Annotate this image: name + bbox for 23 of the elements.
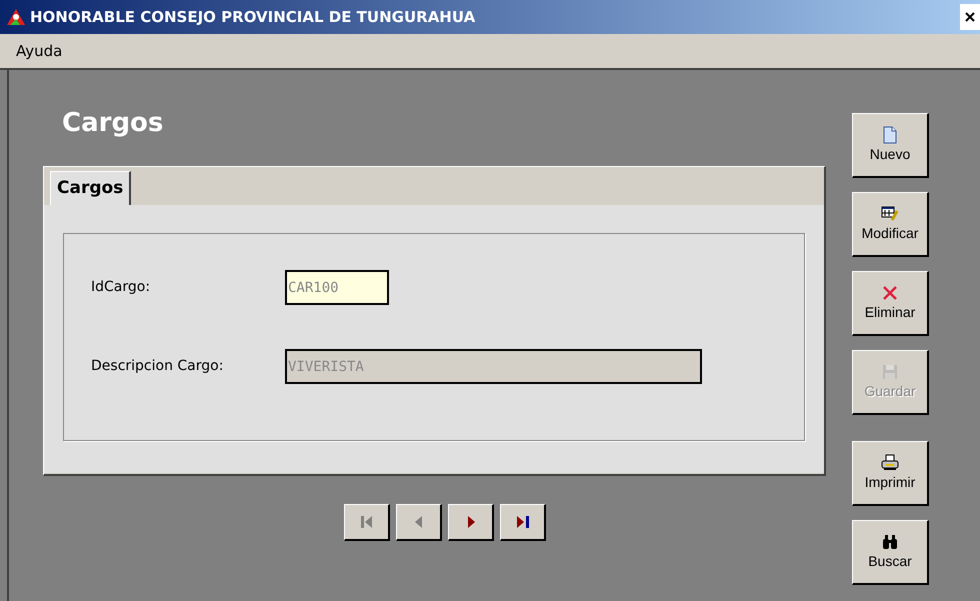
skip-end-icon	[514, 514, 530, 530]
logo-icon	[6, 8, 26, 26]
modify-button[interactable]: Modificar	[852, 192, 929, 257]
field-label: Descripcion Cargo:	[91, 357, 224, 376]
next-record-button[interactable]	[448, 504, 494, 541]
printer-icon	[881, 454, 899, 472]
new-button[interactable]: Nuevo	[852, 113, 929, 178]
binoculars-icon	[881, 532, 899, 550]
form-heading: Cargos	[62, 107, 164, 140]
search-button[interactable]: Buscar	[852, 520, 929, 585]
table-pencil-icon	[881, 204, 899, 222]
skip-start-icon	[358, 514, 374, 530]
field-label: IdCargo:	[91, 278, 152, 297]
last-record-button[interactable]	[500, 504, 546, 541]
print-button[interactable]: Imprimir	[852, 441, 929, 506]
window-title: HONORABLE CONSEJO PROVINCIAL DE TUNGURAHUA	[30, 6, 476, 28]
delete-button[interactable]: Eliminar	[852, 271, 929, 336]
document-icon	[881, 126, 899, 144]
close-button[interactable]	[960, 4, 980, 30]
x-icon	[881, 284, 899, 302]
close-icon	[965, 12, 975, 22]
tab[interactable]: Cargos	[50, 171, 132, 205]
menu-item[interactable]: Ayuda	[16, 40, 62, 62]
